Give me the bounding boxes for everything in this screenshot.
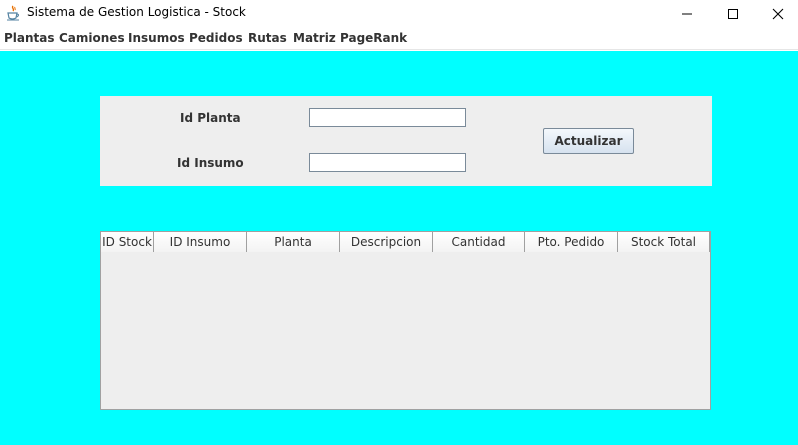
menu-matriz[interactable]: Matriz [293, 31, 336, 45]
column-header-pto-pedido[interactable]: Pto. Pedido [525, 232, 618, 252]
column-header-planta[interactable]: Planta [247, 232, 340, 252]
filter-panel: Id Planta Id Insumo Actualizar [100, 96, 712, 186]
id-insumo-input[interactable] [309, 153, 466, 172]
window-title: Sistema de Gestion Logistica - Stock [27, 5, 246, 19]
id-insumo-label: Id Insumo [177, 156, 244, 170]
menu-pagerank[interactable]: PageRank [340, 31, 407, 45]
column-header-id-insumo[interactable]: ID Insumo [154, 232, 247, 252]
column-header-descripcion[interactable]: Descripcion [340, 232, 433, 252]
stock-table[interactable]: ID Stock ID Insumo Planta Descripcion Ca… [100, 231, 711, 410]
column-header-cantidad[interactable]: Cantidad [433, 232, 525, 252]
java-coffee-icon [6, 5, 21, 21]
content-area: Id Planta Id Insumo Actualizar ID Stock … [0, 51, 798, 445]
id-planta-input[interactable] [309, 108, 466, 127]
actualizar-button[interactable]: Actualizar [543, 128, 634, 154]
menu-pedidos[interactable]: Pedidos [189, 31, 243, 45]
id-planta-label: Id Planta [180, 111, 241, 125]
menu-insumos[interactable]: Insumos [128, 31, 185, 45]
close-icon[interactable] [755, 0, 798, 27]
title-bar: Sistema de Gestion Logistica - Stock [0, 0, 798, 27]
menu-plantas[interactable]: Plantas [4, 31, 55, 45]
column-header-stock-total[interactable]: Stock Total [618, 232, 710, 252]
maximize-icon[interactable] [710, 0, 756, 27]
menu-camiones[interactable]: Camiones [59, 31, 125, 45]
table-header: ID Stock ID Insumo Planta Descripcion Ca… [101, 232, 710, 252]
menu-bar: Plantas Camiones Insumos Pedidos Rutas M… [0, 27, 798, 50]
menu-rutas[interactable]: Rutas [248, 31, 287, 45]
column-header-id-stock[interactable]: ID Stock [101, 232, 154, 252]
table-body[interactable] [101, 253, 710, 409]
minimize-icon[interactable] [664, 0, 710, 27]
